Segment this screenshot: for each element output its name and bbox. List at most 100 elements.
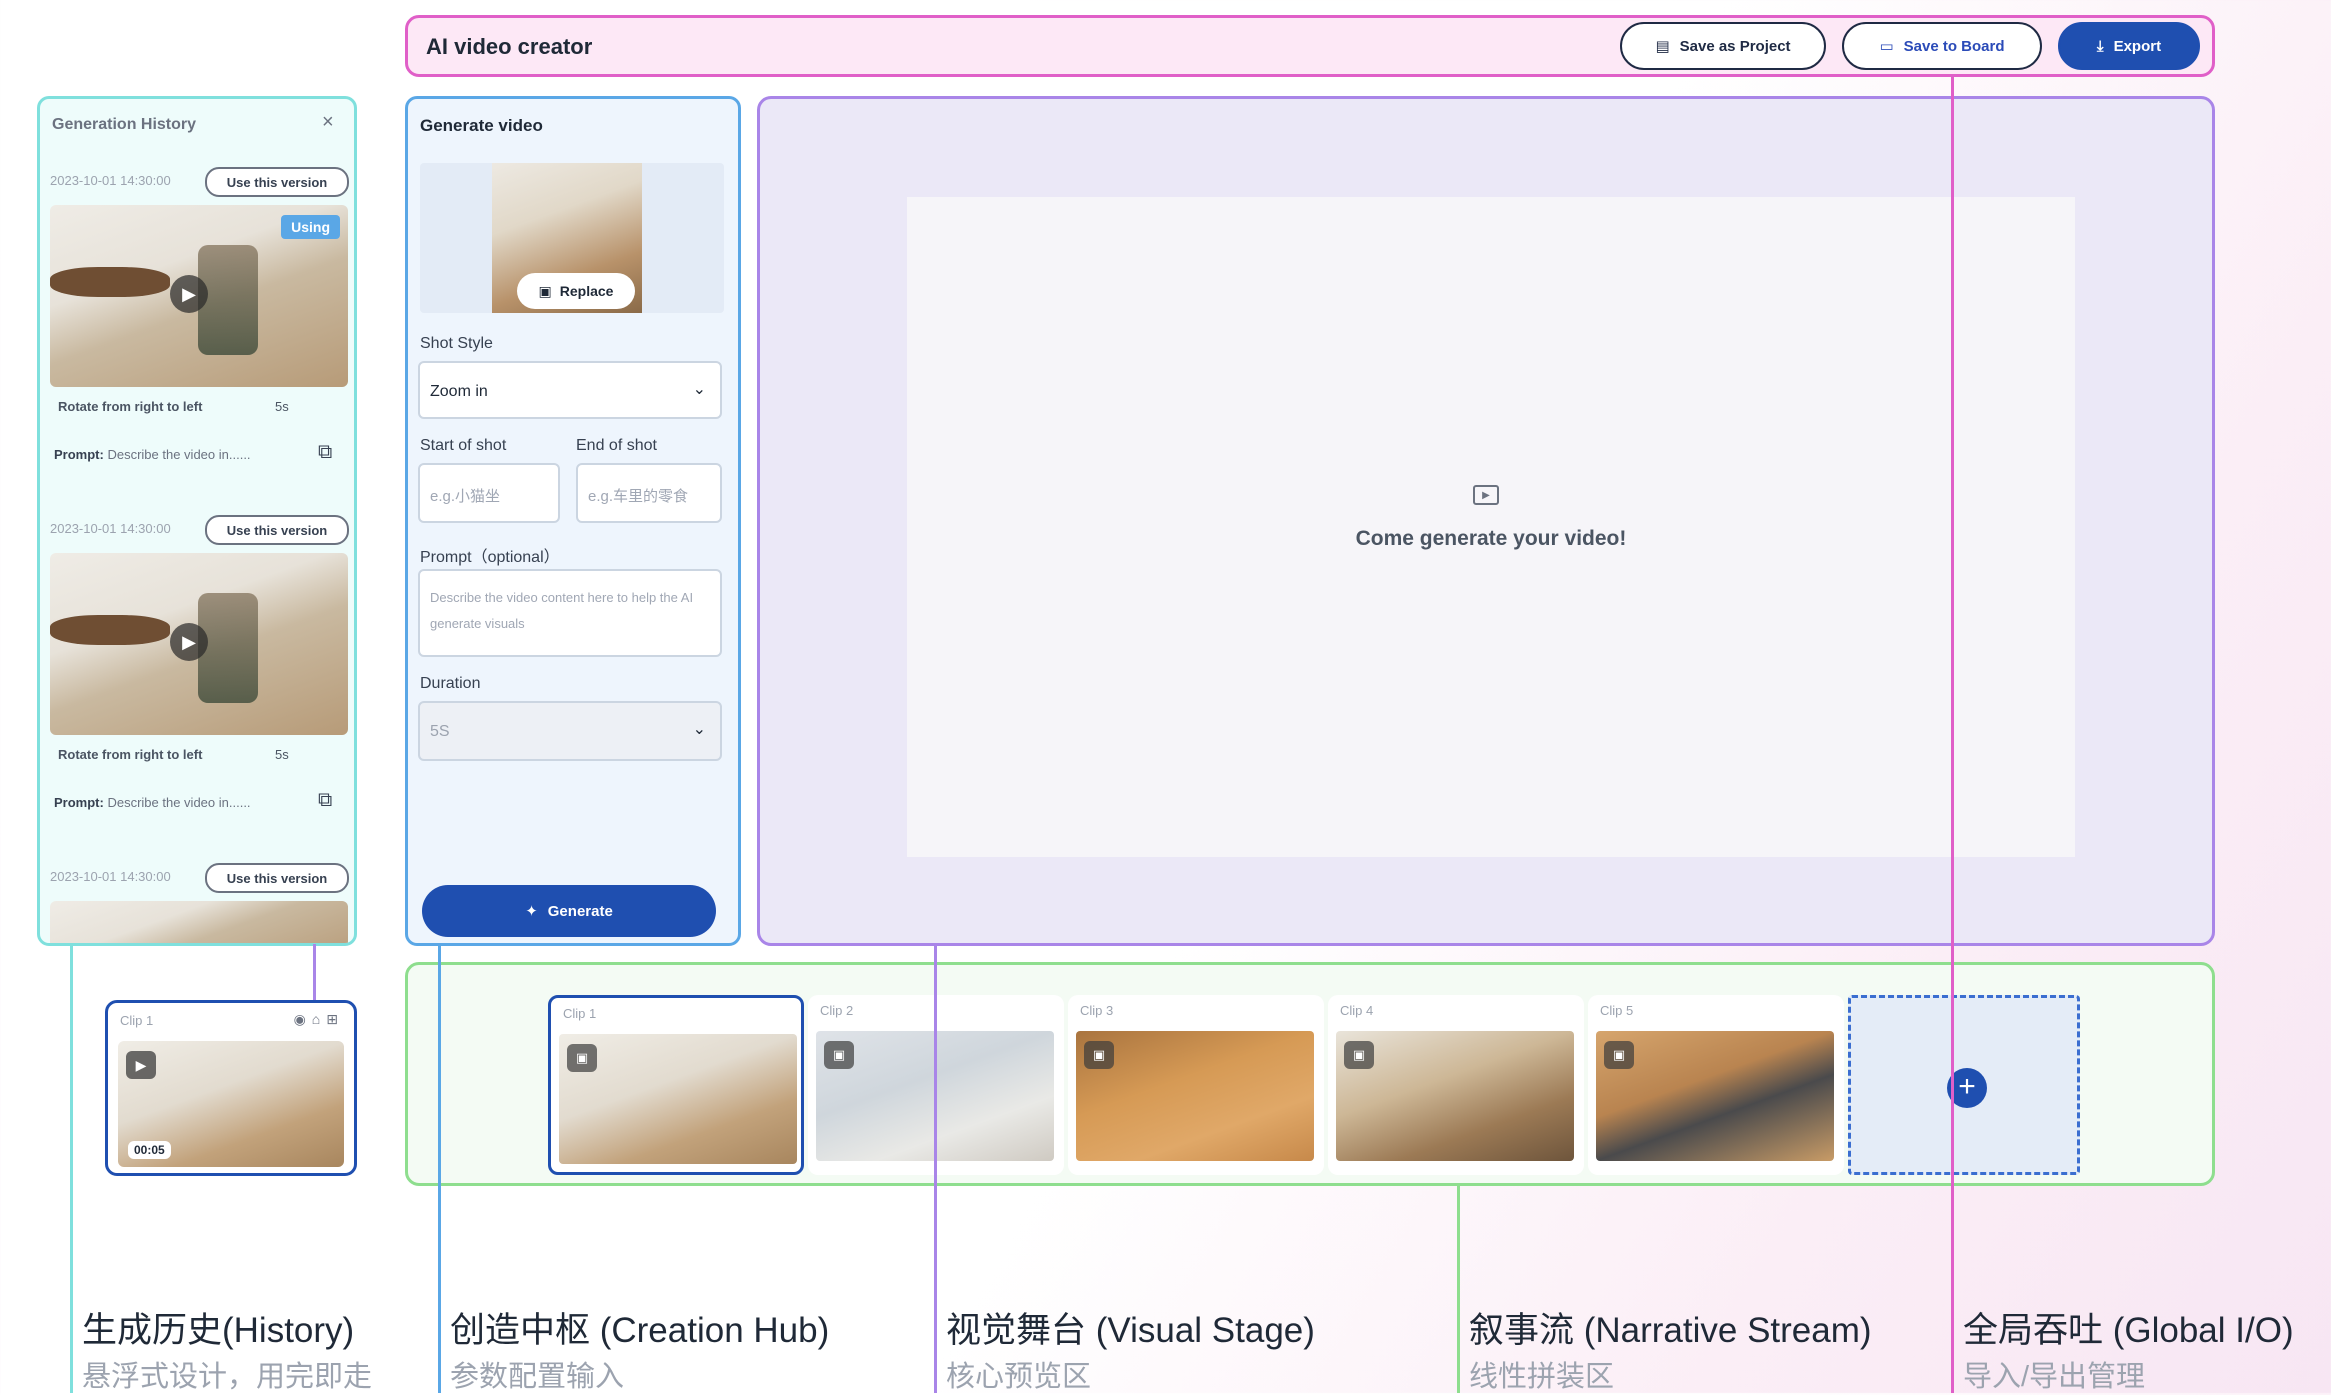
caption-subtitle: 线性拼装区 bbox=[1469, 1361, 1615, 1393]
export-label: Export bbox=[2113, 37, 2162, 55]
export-button[interactable]: ⤓ Export bbox=[2058, 22, 2200, 70]
clip-label: Clip 1 bbox=[563, 1006, 597, 1021]
prompt-label: Prompt: bbox=[54, 795, 104, 810]
use-this-version-button[interactable]: Use this version bbox=[205, 863, 349, 893]
image-icon: ▣ bbox=[538, 282, 552, 299]
start-of-shot-input[interactable]: e.g.小猫坐 bbox=[418, 463, 560, 523]
video-play-icon: ▶ bbox=[1473, 485, 1499, 505]
clip-card[interactable]: Clip 3 ▣ bbox=[1068, 995, 1324, 1175]
history-entry: 2023-10-01 14:30:00 Use this version ▶ R… bbox=[50, 515, 349, 855]
image-icon: ▣ bbox=[567, 1044, 597, 1072]
history-title: Generation History bbox=[52, 116, 197, 133]
thumbnail-table bbox=[50, 615, 170, 645]
history-thumbnail[interactable]: ▶ Using bbox=[50, 205, 348, 387]
save-to-board-label: Save to Board bbox=[1903, 37, 2005, 55]
image-icon: ▣ bbox=[1344, 1041, 1374, 1069]
image-icon: ▣ bbox=[1604, 1041, 1634, 1069]
history-description: Rotate from right to left bbox=[58, 747, 203, 762]
replace-button[interactable]: ▣ Replace bbox=[517, 273, 635, 309]
visual-stage-panel: ▶ Come generate your video! bbox=[757, 96, 2215, 946]
drag-connector bbox=[313, 944, 316, 1002]
clip-actions[interactable]: ◉⌂⊞ bbox=[294, 1011, 344, 1028]
stream-connector bbox=[1457, 1186, 1460, 1393]
end-of-shot-input[interactable]: e.g.车里的零食 bbox=[576, 463, 722, 523]
history-duration: 5s bbox=[275, 399, 289, 414]
history-timestamp: 2023-10-01 14:30:00 bbox=[50, 173, 171, 188]
caption-title: 视觉舞台 (Visual Stage) bbox=[946, 1311, 1315, 1350]
caption-subtitle: 核心预览区 bbox=[946, 1361, 1092, 1393]
save-as-project-button[interactable]: ▤ Save as Project bbox=[1620, 22, 1826, 70]
hub-connector bbox=[438, 944, 441, 1393]
narrative-stream-panel: Clip 1 ▣ Clip 2 ▣ Clip 3 ▣ Clip 4 ▣ Clip… bbox=[405, 962, 2215, 1186]
clip-card[interactable]: Clip 1 ▣ bbox=[548, 995, 804, 1175]
save-as-project-label: Save as Project bbox=[1679, 37, 1791, 55]
generate-label: Generate bbox=[547, 902, 613, 920]
chevron-down-icon: ⌄ bbox=[692, 721, 706, 738]
history-entry: 2023-10-01 14:30:00 Use this version bbox=[50, 863, 349, 943]
use-this-version-button[interactable]: Use this version bbox=[205, 167, 349, 197]
history-thumbnail[interactable]: ▶ bbox=[50, 553, 348, 735]
close-icon[interactable]: × bbox=[322, 111, 334, 134]
shot-style-label: Shot Style bbox=[420, 335, 493, 352]
end-of-shot-label: End of shot bbox=[576, 437, 657, 454]
play-icon[interactable]: ▶ bbox=[170, 275, 208, 313]
caption-narrative-stream: 叙事流 (Narrative Stream) 线性拼装区 bbox=[1469, 1302, 1872, 1395]
shot-style-value: Zoom in bbox=[430, 383, 488, 400]
using-badge: Using bbox=[281, 215, 340, 239]
save-to-board-button[interactable]: ▭ Save to Board bbox=[1842, 22, 2042, 70]
clip-label: Clip 3 bbox=[1080, 1003, 1114, 1018]
prompt-text: Describe the video in...... bbox=[107, 447, 251, 462]
clip-card[interactable]: Clip 4 ▣ bbox=[1328, 995, 1584, 1175]
video-icon: ▶ bbox=[126, 1051, 156, 1079]
clip-thumbnail: ▶ 00:05 bbox=[118, 1041, 344, 1167]
thumbnail-table bbox=[50, 267, 170, 297]
caption-history: 生成历史(History) 悬浮式设计，用完即走 bbox=[82, 1302, 372, 1395]
creation-hub-panel: Generate video ▣ Replace Shot Style Zoom… bbox=[405, 96, 741, 946]
folder-icon: ▭ bbox=[1879, 38, 1894, 55]
history-entry: 2023-10-01 14:30:00 Use this version ▶ U… bbox=[50, 167, 349, 507]
image-icon: ▣ bbox=[1084, 1041, 1114, 1069]
history-thumbnail[interactable] bbox=[50, 901, 348, 943]
hub-title: Generate video bbox=[420, 116, 543, 135]
image-icon: ▣ bbox=[824, 1041, 854, 1069]
duration-value: 5S bbox=[430, 723, 450, 740]
prompt-text: Describe the video in...... bbox=[107, 795, 251, 810]
chevron-down-icon: ⌄ bbox=[692, 381, 706, 398]
play-icon[interactable]: ▶ bbox=[170, 623, 208, 661]
use-this-version-button[interactable]: Use this version bbox=[205, 515, 349, 545]
sparkle-icon: ✦ bbox=[525, 903, 538, 920]
caption-global-io: 全局吞吐 (Global I/O) 导入/导出管理 bbox=[1963, 1302, 2294, 1395]
floating-clip-card[interactable]: Clip 1 ◉⌂⊞ ▶ 00:05 bbox=[105, 1000, 357, 1176]
caption-title: 生成历史(History) bbox=[82, 1311, 355, 1350]
top-bar: AI video creator ▤ Save as Project ▭ Sav… bbox=[405, 15, 2215, 77]
generation-history-panel: Generation History × 2023-10-01 14:30:00… bbox=[37, 96, 357, 946]
prompt-label: Prompt: bbox=[54, 447, 104, 462]
shot-style-select[interactable]: Zoom in ⌄ bbox=[418, 361, 722, 419]
history-description: Rotate from right to left bbox=[58, 399, 203, 414]
clip-label: Clip 4 bbox=[1340, 1003, 1374, 1018]
duration-select[interactable]: 5S ⌄ bbox=[418, 701, 722, 761]
caption-visual-stage: 视觉舞台 (Visual Stage) 核心预览区 bbox=[946, 1302, 1315, 1395]
document-icon: ▤ bbox=[1655, 38, 1670, 55]
clip-card[interactable]: Clip 5 ▣ bbox=[1588, 995, 1844, 1175]
io-connector bbox=[1951, 77, 1954, 1393]
caption-subtitle: 导入/导出管理 bbox=[1963, 1361, 2146, 1393]
history-prompt: Prompt: Describe the video in...... bbox=[54, 795, 251, 810]
generate-button[interactable]: ✦ Generate bbox=[422, 885, 716, 937]
duration-label: Duration bbox=[420, 675, 481, 692]
clip-label: Clip 5 bbox=[1600, 1003, 1634, 1018]
add-clip-slot[interactable]: + bbox=[1848, 995, 2080, 1175]
caption-subtitle: 参数配置输入 bbox=[450, 1361, 625, 1393]
history-duration: 5s bbox=[275, 747, 289, 762]
clip-duration: 00:05 bbox=[128, 1141, 171, 1159]
caption-creation-hub: 创造中枢 (Creation Hub) 参数配置输入 bbox=[450, 1302, 829, 1395]
stage-connector bbox=[934, 944, 937, 1393]
reference-image: ▣ Replace bbox=[420, 163, 724, 313]
history-prompt: Prompt: Describe the video in...... bbox=[54, 447, 251, 462]
copy-icon[interactable]: ⧉ bbox=[318, 441, 332, 464]
history-timestamp: 2023-10-01 14:30:00 bbox=[50, 521, 171, 536]
history-timestamp: 2023-10-01 14:30:00 bbox=[50, 869, 171, 884]
copy-icon[interactable]: ⧉ bbox=[318, 789, 332, 812]
caption-title: 全局吞吐 (Global I/O) bbox=[1963, 1311, 2294, 1350]
prompt-textarea[interactable]: Describe the video content here to help … bbox=[418, 569, 722, 657]
